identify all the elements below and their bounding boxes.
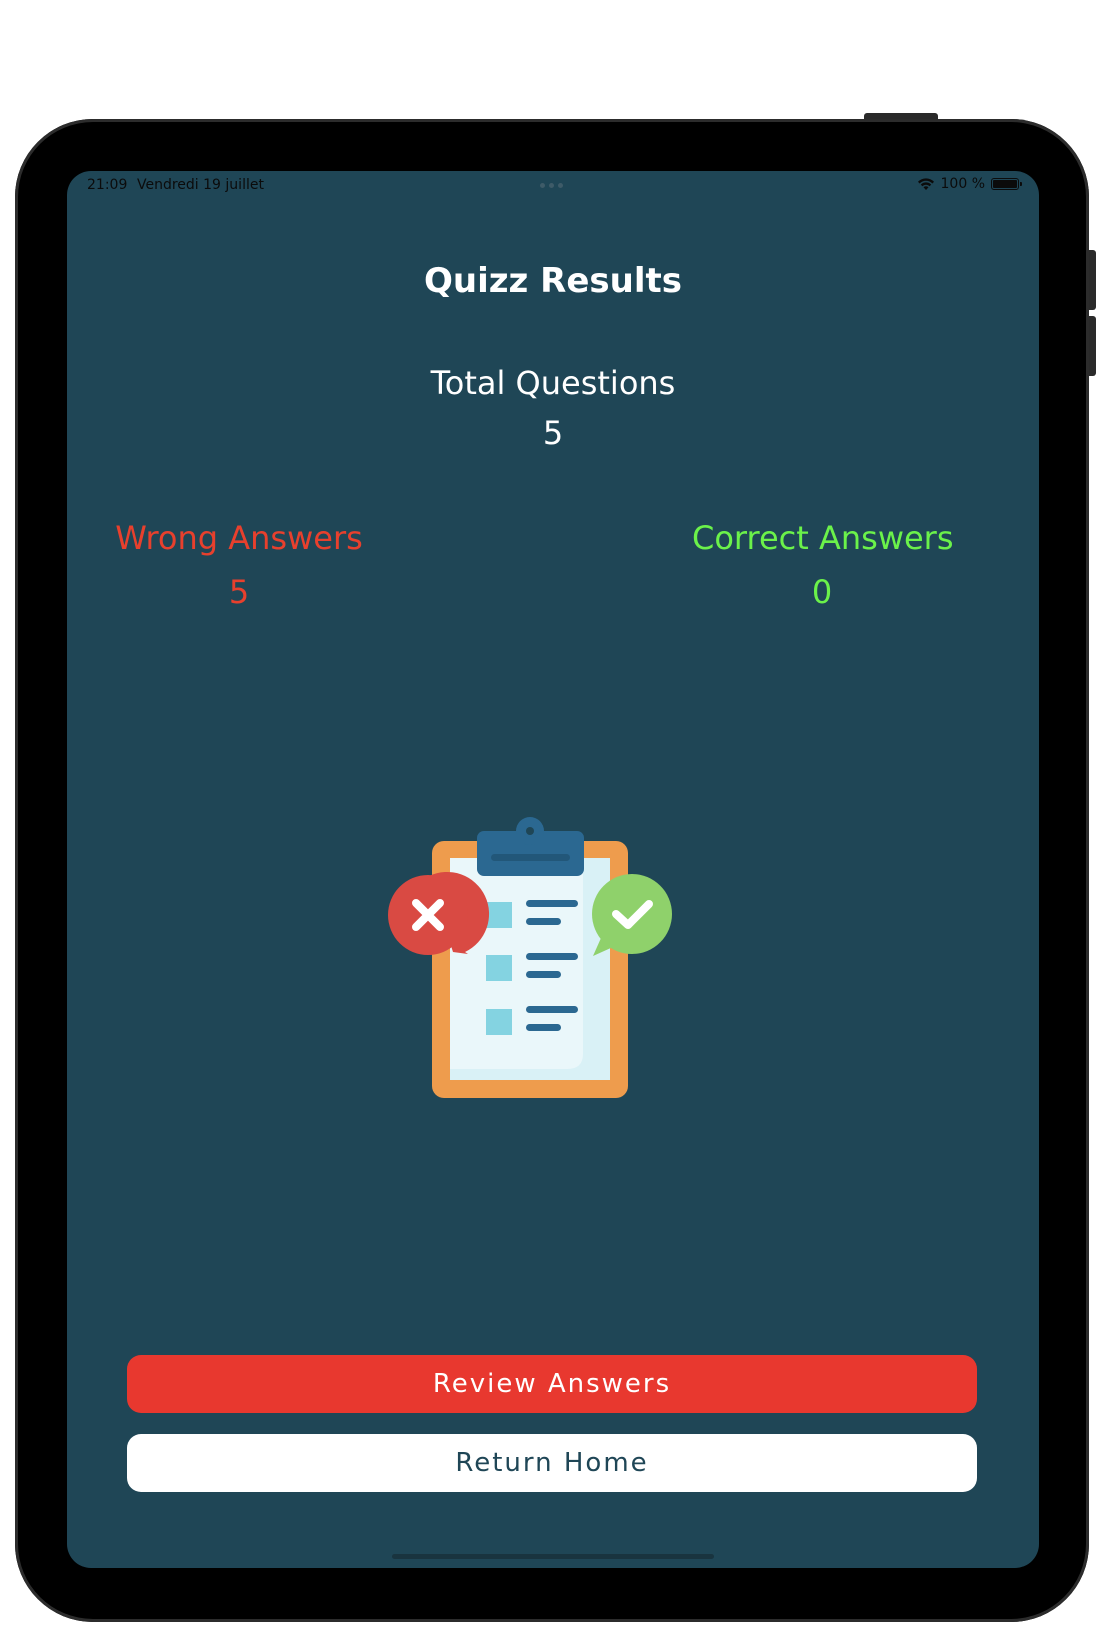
total-questions-label: Total Questions bbox=[430, 364, 676, 402]
check-bubble-icon bbox=[592, 874, 672, 956]
battery-level bbox=[993, 180, 1017, 188]
clipboard-checklist-icon bbox=[388, 817, 672, 1098]
status-date: Vendredi 19 juillet bbox=[137, 177, 264, 193]
total-questions-value: 5 bbox=[542, 414, 564, 452]
device-volume-down-button bbox=[1089, 316, 1096, 376]
wifi-icon bbox=[917, 178, 934, 190]
status-indicators: 100 % bbox=[917, 176, 1022, 192]
correct-answers-value: 0 bbox=[811, 573, 833, 611]
battery-icon bbox=[991, 178, 1022, 190]
home-indicator[interactable] bbox=[392, 1554, 714, 1559]
wrong-answers-label: Wrong Answers bbox=[115, 519, 363, 557]
status-time: 21:09 bbox=[87, 177, 128, 193]
correct-answers-stat: Correct Answers 0 bbox=[692, 519, 954, 611]
wrong-answers-value: 5 bbox=[228, 573, 250, 611]
page-title: Quizz Results bbox=[423, 261, 682, 301]
x-bubble-icon bbox=[388, 871, 490, 955]
device-volume-up-button bbox=[1089, 250, 1096, 310]
battery-percentage: 100 % bbox=[940, 176, 985, 192]
return-home-button[interactable]: Return Home bbox=[127, 1434, 977, 1492]
wrong-answers-stat: Wrong Answers 5 bbox=[109, 519, 369, 611]
multitasking-dots[interactable] bbox=[540, 183, 563, 188]
review-answers-button[interactable]: Review Answers bbox=[127, 1355, 977, 1413]
app-screen: 21:09 Vendredi 19 juillet 100 % Quizz Re… bbox=[67, 171, 1039, 1568]
status-bar: 21:09 Vendredi 19 juillet 100 % bbox=[67, 171, 1039, 201]
correct-answers-label: Correct Answers bbox=[692, 519, 954, 557]
